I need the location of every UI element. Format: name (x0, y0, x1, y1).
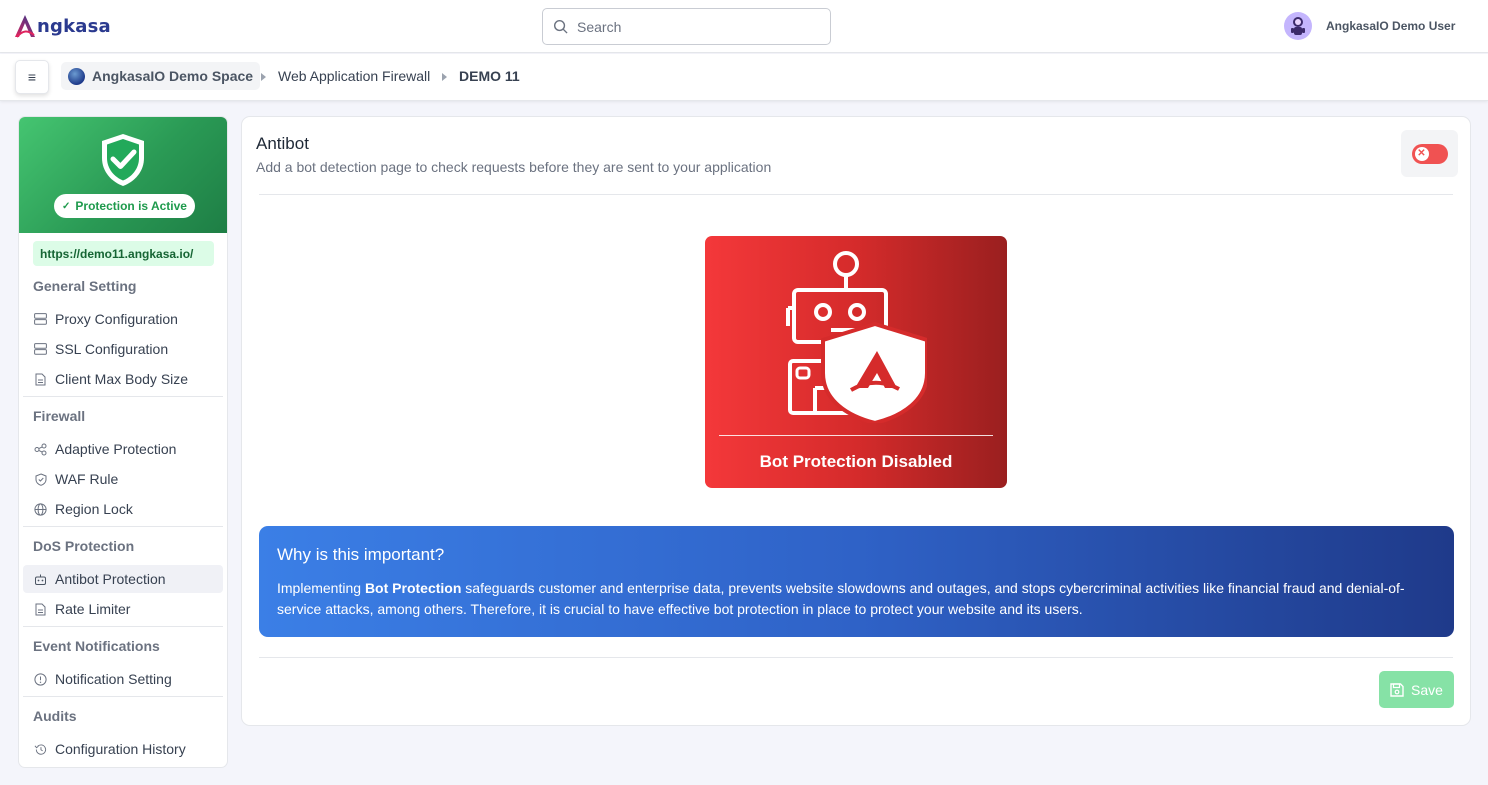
section-audits: Audits (33, 708, 77, 724)
user-name: AngkasaIO Demo User (1326, 19, 1456, 33)
sidebar-item-label: Proxy Configuration (55, 311, 178, 327)
status-badge: ✓ Protection is Active (54, 194, 195, 218)
section-event-notifications: Event Notifications (33, 638, 160, 654)
info-title: Why is this important? (277, 545, 445, 564)
info-banner: Why is this important? Implementing Bot … (259, 526, 1454, 637)
breadcrumb-waf-link[interactable]: Web Application Firewall (278, 68, 430, 84)
sidebar-item-notification-setting[interactable]: Notification Setting (23, 665, 223, 693)
close-icon: ✕ (1414, 146, 1429, 161)
sidebar-item-label: Antibot Protection (55, 571, 166, 587)
divider (259, 657, 1453, 658)
antibot-toggle[interactable]: ✕ (1401, 130, 1458, 177)
divider (259, 194, 1453, 195)
top-bar: ngkasa AngkasaIO Demo User (0, 0, 1488, 53)
avatar[interactable] (1284, 12, 1312, 40)
hamburger-icon: ≡ (27, 69, 37, 85)
sidebar-item-label: Client Max Body Size (55, 371, 189, 387)
globe-icon (68, 67, 85, 85)
info-text-prefix: Implementing (277, 580, 365, 596)
sidebar-item-client-max-body-size[interactable]: Client Max Body Size (23, 365, 223, 393)
user-menu[interactable]: AngkasaIO Demo User (1284, 12, 1455, 40)
section-dos-protection: DoS Protection (33, 538, 135, 554)
alert-circle-icon (34, 672, 47, 686)
floppy-disk-icon (1390, 682, 1404, 697)
angkasa-logo-icon (15, 15, 35, 38)
save-button[interactable]: Save (1379, 671, 1454, 708)
divider (23, 626, 223, 627)
sidebar-item-region-lock[interactable]: Region Lock (23, 495, 223, 523)
sidebar-item-label: SSL Configuration (55, 341, 169, 357)
hamburger-menu-button[interactable]: ≡ (15, 60, 49, 94)
robot-shield-icon (786, 251, 927, 423)
page-title: Antibot (256, 134, 309, 153)
sidebar: ✓ Protection is Active https://demo11.an… (18, 116, 228, 768)
search-box[interactable] (542, 8, 831, 45)
divider (23, 696, 223, 697)
brand-name: ngkasa (37, 15, 111, 37)
divider (719, 435, 993, 436)
shield-icon (34, 472, 47, 486)
site-url[interactable]: https://demo11.angkasa.io/ (33, 241, 214, 266)
document-icon (34, 373, 47, 386)
save-label: Save (1411, 681, 1443, 698)
bot-status-card: Bot Protection Disabled (705, 236, 1007, 488)
chevron-right-icon (442, 73, 447, 81)
info-text-bold: Bot Protection (364, 580, 462, 596)
check-icon: ✓ (62, 200, 71, 212)
breadcrumb: ≡ AngkasaIO Demo Space Web Application F… (0, 54, 1488, 101)
sidebar-item-label: Adaptive Protection (55, 441, 177, 457)
robot-icon (34, 573, 47, 586)
space-name: AngkasaIO Demo Space (92, 68, 254, 84)
sidebar-item-label: Configuration History (55, 741, 186, 757)
shield-check-icon (102, 134, 144, 186)
bot-status-label: Bot Protection Disabled (759, 452, 953, 471)
sidebar-item-rate-limiter[interactable]: Rate Limiter (23, 595, 223, 623)
status-label: Protection is Active (75, 199, 187, 213)
section-general-setting: General Setting (33, 278, 137, 294)
sidebar-item-label: WAF Rule (55, 471, 119, 487)
sidebar-item-proxy-configuration[interactable]: Proxy Configuration (23, 305, 223, 333)
protection-status-card: ✓ Protection is Active (19, 117, 227, 233)
page-subtitle: Add a bot detection page to check reques… (256, 159, 772, 175)
divider (23, 396, 223, 397)
document-icon (34, 603, 47, 616)
section-firewall: Firewall (33, 408, 86, 424)
toggle-switch[interactable]: ✕ (1411, 143, 1448, 164)
sidebar-item-antibot-protection[interactable]: Antibot Protection (23, 565, 223, 593)
astronaut-avatar-icon (1291, 17, 1305, 35)
sidebar-item-label: Notification Setting (55, 671, 172, 687)
divider (23, 526, 223, 527)
angkasa-logo[interactable]: ngkasa (14, 12, 111, 40)
server-icon (34, 343, 47, 356)
antibot-panel: Antibot Add a bot detection page to chec… (241, 116, 1471, 726)
share-nodes-icon (34, 443, 47, 456)
space-selector[interactable]: AngkasaIO Demo Space (61, 62, 261, 90)
info-text: Implementing Bot Protection safeguards c… (277, 578, 1436, 620)
globe-icon (34, 502, 47, 516)
sidebar-item-label: Region Lock (55, 501, 133, 517)
sidebar-item-ssl-configuration[interactable]: SSL Configuration (23, 335, 223, 363)
history-icon (34, 743, 47, 756)
server-icon (34, 313, 47, 326)
search-input[interactable] (577, 18, 807, 35)
sidebar-item-configuration-history[interactable]: Configuration History (23, 735, 223, 763)
chevron-right-icon (261, 73, 266, 81)
breadcrumb-current: DEMO 11 (459, 68, 520, 84)
sidebar-item-waf-rule[interactable]: WAF Rule (23, 465, 223, 493)
sidebar-item-adaptive-protection[interactable]: Adaptive Protection (23, 435, 223, 463)
sidebar-item-label: Rate Limiter (55, 601, 131, 617)
search-icon (553, 19, 568, 34)
